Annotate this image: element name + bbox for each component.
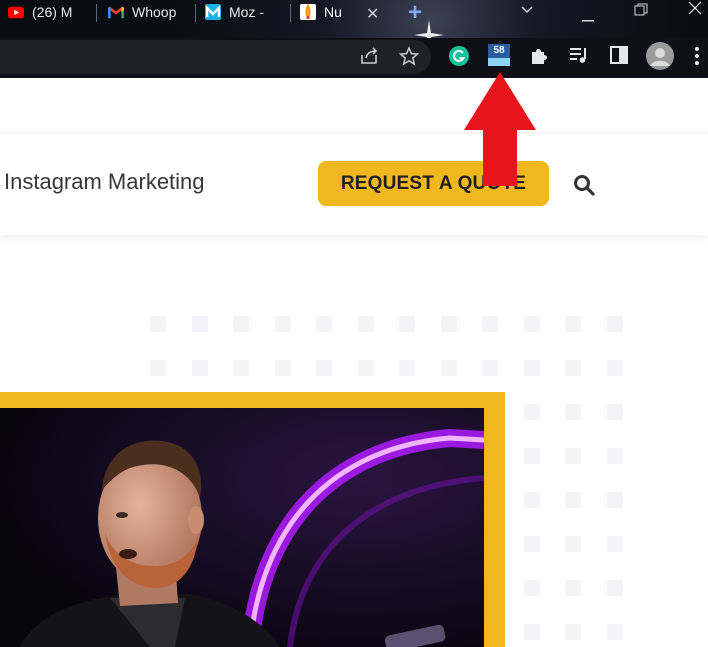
grid-dot [523,580,540,596]
tab-separator [195,4,196,22]
grid-dot [523,536,540,552]
grid-dot [274,316,291,332]
gmail-icon [108,4,124,20]
grid-dot [399,316,415,332]
tab-label: Moz - [229,4,264,20]
grid-dot [233,316,249,332]
bookmark-star-icon[interactable] [399,46,419,66]
grid-dot [523,624,540,640]
page-top-strip [0,78,708,132]
grid-dot [565,360,581,376]
grid-dot [523,448,540,464]
grid-dot [523,360,540,376]
grid-dot [606,404,623,420]
tab-strip: (26) M Whoop Moz - Nu ✕ + [0,0,708,50]
grid-dot [150,360,166,376]
grid-dot [440,360,457,376]
extension-badge: 58 [488,44,510,58]
grid-dot [191,360,208,376]
seo-extension-icon[interactable]: 58 [488,44,510,66]
tab-label: Whoop [132,4,177,20]
grid-dot [606,360,623,376]
browser-toolbar [0,38,708,78]
close-tab-icon[interactable]: ✕ [366,4,379,24]
grid-dot [191,316,208,332]
tab-label: (26) M [32,4,73,20]
profile-avatar[interactable] [646,42,674,70]
grid-dot [565,404,581,420]
grid-dot [150,316,166,332]
site-header: Instagram Marketing REQUEST A QUOTE [0,132,708,235]
extensions-puzzle-icon[interactable] [529,46,549,66]
grid-dot [274,360,291,376]
grid-dot [482,316,498,332]
grid-dot [482,360,498,376]
share-icon[interactable] [360,47,380,65]
tab-moz[interactable]: Moz - [205,0,285,24]
grammarly-icon[interactable] [449,46,469,66]
search-icon[interactable] [572,173,596,197]
grid-dot [357,316,374,332]
grid-dot [357,360,374,376]
grid-dot [565,536,581,552]
grid-dot [565,316,581,332]
tab-separator [290,4,291,22]
grid-dot [606,580,623,596]
tab-separator [96,4,97,22]
tab-search-icon[interactable] [520,2,534,18]
grid-dot [399,360,415,376]
tab-youtube[interactable]: (26) M [8,0,88,24]
tab-gmail[interactable]: Whoop [108,0,188,24]
grid-dot [606,448,623,464]
red-annotation-arrow [464,72,536,186]
grid-dot [565,624,581,640]
nav-item-instagram-marketing[interactable]: Instagram Marketing [4,169,205,195]
grid-dot [233,360,249,376]
grid-dot [606,624,623,640]
grid-dot [606,316,623,332]
youtube-icon [8,4,24,20]
grid-dot [440,316,457,332]
hero-photo [0,408,484,647]
reading-list-icon[interactable] [569,46,589,64]
speaker-image [0,408,484,647]
side-panel-icon[interactable] [610,46,628,64]
grid-dot [565,448,581,464]
grid-dot [316,360,332,376]
moz-icon [205,4,221,20]
tab-label: Nu [324,4,342,20]
extension-badge-bar [488,58,510,66]
grid-dot [316,316,332,332]
grid-dot [606,536,623,552]
rocket-icon [300,4,316,20]
grid-dot [565,492,581,508]
grid-dot [606,492,623,508]
tab-neil[interactable]: Nu [300,0,362,24]
grid-dot [523,316,540,332]
minimize-icon[interactable] [582,9,594,25]
restore-icon[interactable] [634,3,648,20]
grid-dot [523,404,540,420]
grid-dot [523,492,540,508]
close-window-icon[interactable] [688,1,702,18]
menu-kebab-icon[interactable] [694,46,700,66]
grid-dot [565,580,581,596]
